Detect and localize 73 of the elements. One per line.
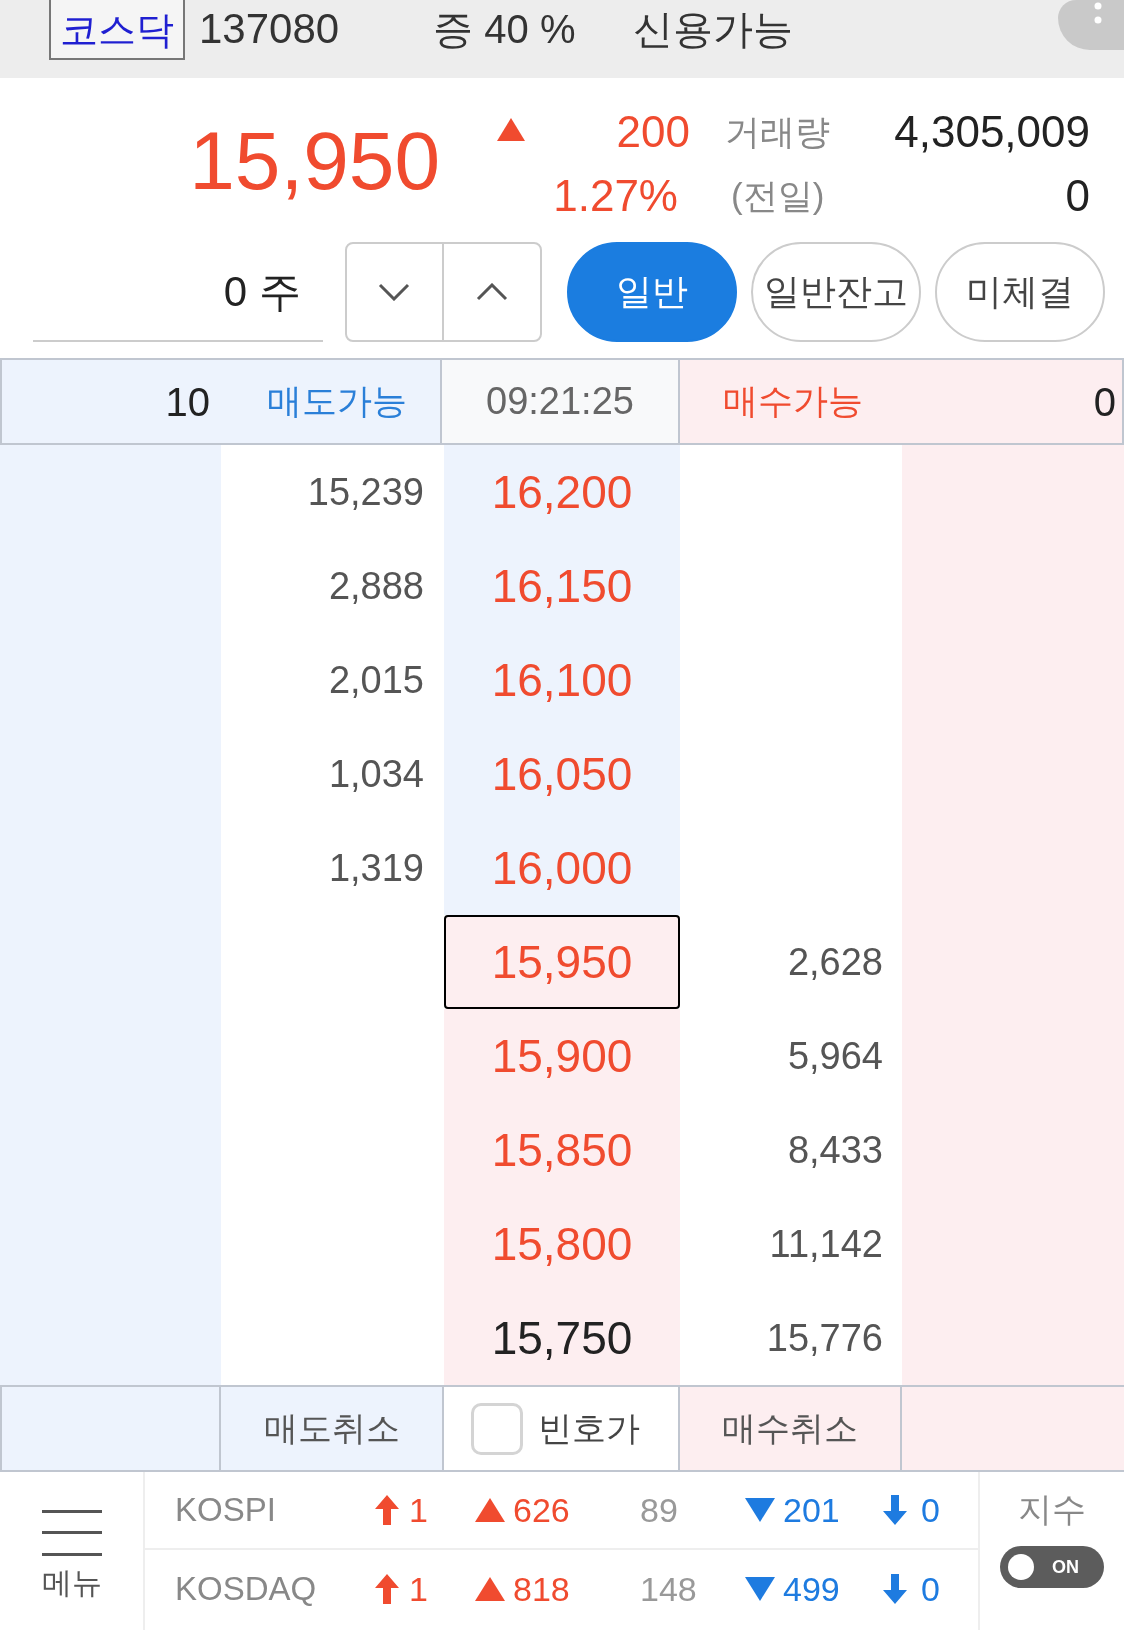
price-cell[interactable]: 15,950 <box>444 915 680 1009</box>
index-name: KOSDAQ <box>174 1569 318 1610</box>
chevron-up-icon <box>475 283 508 301</box>
advancing-count: 626 <box>513 1489 570 1531</box>
limit-up-count: 1 <box>409 1489 428 1531</box>
sell-quantity: 2,888 <box>328 563 424 609</box>
buy-quantity: 2,628 <box>787 939 883 985</box>
arrow-down-icon <box>883 1574 907 1604</box>
menu-icon <box>41 1510 102 1556</box>
price-change: 200 <box>616 106 690 158</box>
stock-code: 137080 <box>199 8 340 50</box>
order-type-tab[interactable]: 일반잔고 <box>751 242 921 342</box>
empty-quote-label[interactable]: 빈호가 <box>538 1403 640 1454</box>
triangle-down-icon <box>745 1498 775 1522</box>
time-text: 09:21:25 <box>442 360 680 443</box>
limit-up-count: 1 <box>409 1568 428 1610</box>
price-cell[interactable]: 16,200 <box>444 445 680 539</box>
margin-rate: 증 40 % <box>433 9 576 49</box>
previous-day-label: (전일) <box>730 174 825 217</box>
triangle-down-icon <box>745 1577 775 1601</box>
current-price: 15,950 <box>189 119 440 202</box>
sell-available-count: 10 <box>164 378 210 426</box>
order-type-tab[interactable]: 일반 <box>567 242 737 342</box>
price-cell[interactable]: 16,100 <box>444 633 680 727</box>
declining-count: 201 <box>783 1489 840 1531</box>
index-name: KOSPI <box>174 1490 277 1531</box>
declining-count: 499 <box>783 1568 840 1610</box>
arrow-down-icon <box>883 1495 907 1525</box>
unchanged-count: 148 <box>640 1568 697 1610</box>
more-icon <box>1094 2 1102 24</box>
buy-quantity: 15,776 <box>766 1315 883 1361</box>
previous-volume-value: 0 <box>1065 170 1090 222</box>
sell-quantity: 15,239 <box>307 469 424 515</box>
toggle-knob-icon <box>1008 1554 1034 1580</box>
cancel-buy-button[interactable]: 매수취소 <box>680 1387 902 1470</box>
sell-quantity: 1,319 <box>328 845 424 891</box>
toggle-switch[interactable]: ON <box>1000 1546 1104 1588</box>
buy-available-count: 0 <box>1093 378 1116 426</box>
volume-label: 거래량 <box>725 110 830 153</box>
buy-quantity: 11,142 <box>769 1221 883 1267</box>
index-label: 지수 <box>1018 1492 1086 1526</box>
triangle-up-icon <box>475 1577 505 1601</box>
market-label: 코스닥 <box>49 0 185 60</box>
checkbox[interactable] <box>471 1402 523 1455</box>
arrow-up-icon <box>375 1574 399 1604</box>
advancing-count: 818 <box>513 1568 570 1610</box>
volume-value: 4,305,009 <box>894 106 1090 158</box>
unchanged-count: 89 <box>640 1489 678 1531</box>
price-cell[interactable]: 16,050 <box>444 727 680 821</box>
price-cell[interactable]: 15,800 <box>444 1197 680 1291</box>
price-cell[interactable]: 15,900 <box>444 1009 680 1103</box>
credit-status: 신용가능 <box>633 9 794 49</box>
price-cell[interactable]: 15,750 <box>444 1291 680 1385</box>
triangle-up-icon <box>475 1498 505 1522</box>
sell-quantity: 1,034 <box>328 751 424 797</box>
buy-quantity: 8,433 <box>787 1127 883 1173</box>
cancel-sell-button[interactable]: 매도취소 <box>221 1387 444 1470</box>
order-type-tab[interactable]: 미체결 <box>935 242 1105 342</box>
quantity-field[interactable]: 0 주 <box>33 242 323 342</box>
arrow-up-icon <box>375 1495 399 1525</box>
chevron-down-icon <box>378 283 411 301</box>
price-cell[interactable]: 15,850 <box>444 1103 680 1197</box>
price-cell[interactable]: 16,000 <box>444 821 680 915</box>
sell-available-label: 매도가능 <box>267 380 407 423</box>
change-rate: 1.27% <box>553 170 679 222</box>
more-button[interactable] <box>1058 0 1124 50</box>
sell-quantity: 2,015 <box>328 657 424 703</box>
price-cell[interactable]: 16,150 <box>444 539 680 633</box>
limit-down-count: 0 <box>921 1489 940 1531</box>
limit-down-count: 0 <box>921 1568 940 1610</box>
buy-available-label: 매수가능 <box>723 380 863 423</box>
buy-quantity: 5,964 <box>787 1033 883 1079</box>
menu-button[interactable]: 메뉴 <box>41 1510 102 1598</box>
